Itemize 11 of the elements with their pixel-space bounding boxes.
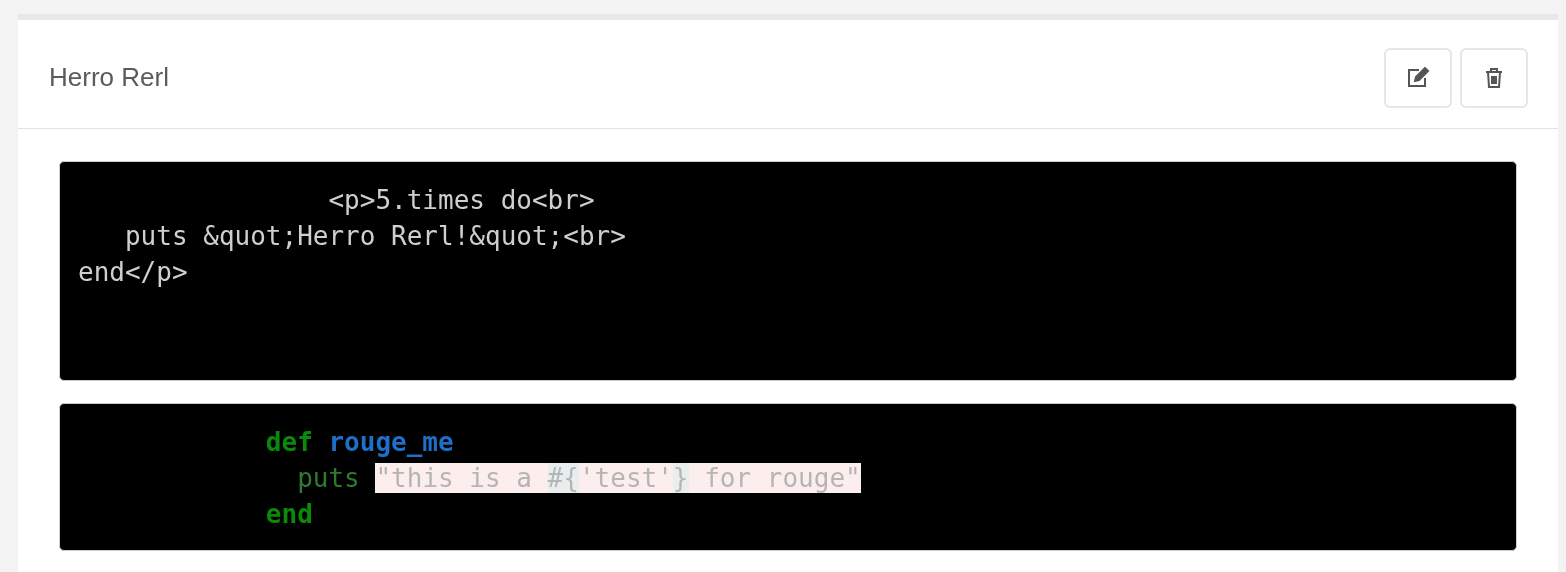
code-line: end</p> [78,256,188,289]
code-line: puts &quot;Herro Rerl!&quot;<br> [123,220,626,253]
edit-icon [1406,66,1430,89]
code-line: end [264,498,313,531]
code-line: puts "this is a #{'test'} for rouge" [296,462,861,495]
edit-button[interactable] [1384,47,1452,108]
code-line: <p>5.times do<br> [327,184,595,217]
code-line: def rouge_me [264,426,454,459]
delete-button[interactable] [1460,47,1528,108]
trash-icon [1485,66,1503,89]
card-title: Herro Rerl [49,61,169,94]
